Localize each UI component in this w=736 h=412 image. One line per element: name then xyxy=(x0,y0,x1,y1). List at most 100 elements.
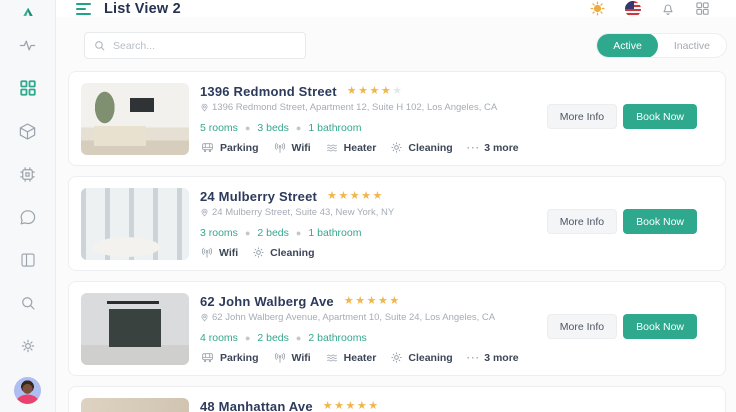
wifi-icon xyxy=(273,141,287,154)
stat-value: 1 bathroom xyxy=(308,227,362,239)
listing-cards: 1396 Redmond Street ★★★★★ 1396 Redmond S… xyxy=(68,71,726,412)
theme-sun-icon[interactable] xyxy=(589,0,606,17)
star-icon: ★ xyxy=(356,400,369,412)
cleaning-amenity: Cleaning xyxy=(390,141,453,154)
wifi-icon xyxy=(200,246,214,259)
listing-card: 62 John Walberg Ave ★★★★★ 62 John Walber… xyxy=(68,281,726,376)
user-avatar[interactable] xyxy=(14,377,41,404)
search-input-icon xyxy=(95,41,105,51)
property-photo xyxy=(81,83,189,155)
wifi-amenity: Wifi xyxy=(273,141,311,154)
sidebar-bottom xyxy=(14,242,41,404)
wifi-amenity: Wifi xyxy=(273,351,311,364)
content: Active Inactive 1396 Redmond Street ★★★★… xyxy=(56,17,736,412)
stat-value: 3 beds xyxy=(257,122,289,134)
search-icon[interactable] xyxy=(16,291,40,315)
separator-dot: ● xyxy=(295,123,302,133)
stat-value: 2 bathrooms xyxy=(308,332,367,344)
amenities-row: Parking Wifi Heater Cleaning ··· 3 more xyxy=(200,141,713,154)
parking-amenity: Parking xyxy=(200,351,259,364)
cleaning-amenity: Cleaning xyxy=(390,351,453,364)
filter-toggle: Active Inactive xyxy=(596,33,727,58)
star-icon: ★ xyxy=(334,400,346,412)
book-now-button[interactable]: Book Now xyxy=(623,104,697,129)
star-icon: ★ xyxy=(327,190,339,202)
card-actions: More Info Book Now xyxy=(546,104,697,129)
property-photo xyxy=(81,293,189,365)
cleaning-icon xyxy=(252,246,265,259)
more-info-button[interactable]: More Info xyxy=(546,104,618,129)
menu-icon[interactable] xyxy=(76,2,91,15)
triangle-logo[interactable] xyxy=(13,7,43,17)
search-input[interactable] xyxy=(113,39,297,52)
separator-dot: ● xyxy=(244,123,251,133)
star-icon: ★ xyxy=(361,190,373,202)
heater-amenity: Heater xyxy=(325,142,376,154)
wifi-icon xyxy=(273,351,287,364)
star-icon: ★ xyxy=(345,400,357,412)
star-icon: ★ xyxy=(369,85,381,97)
star-icon: ★ xyxy=(358,85,370,97)
stat-value: 2 beds xyxy=(257,332,289,344)
header-icons xyxy=(589,0,710,17)
listing-info: 48 Manhattan Ave ★★★★★ xyxy=(200,398,713,412)
more-amenities-link[interactable]: ··· 3 more xyxy=(467,142,519,154)
star-icon: ★ xyxy=(346,85,359,97)
star-icon: ★ xyxy=(372,190,384,202)
ellipsis-icon: ··· xyxy=(466,141,481,154)
star-icon: ★ xyxy=(368,400,380,412)
sidebar xyxy=(0,0,56,412)
sidebar-nav xyxy=(16,27,40,242)
separator-dot: ● xyxy=(244,333,251,343)
header: List View 2 xyxy=(56,0,736,17)
filter-inactive-button[interactable]: Inactive xyxy=(658,34,726,57)
layout-icon[interactable] xyxy=(16,248,40,272)
star-icon: ★ xyxy=(377,295,390,307)
book-now-button[interactable]: Book Now xyxy=(623,209,697,234)
star-icon: ★ xyxy=(380,85,393,97)
stat-value: 5 rooms xyxy=(200,122,238,134)
amenities-row: Parking Wifi Heater Cleaning ··· 3 more xyxy=(200,351,713,364)
listing-card: 48 Manhattan Ave ★★★★★ More Info Book No… xyxy=(68,386,726,412)
apps-icon[interactable] xyxy=(695,1,710,16)
location-pin-icon xyxy=(201,313,208,322)
stat-value: 4 rooms xyxy=(200,332,238,344)
bell-icon[interactable] xyxy=(660,1,676,17)
amenities-row: Wifi Cleaning xyxy=(200,246,713,259)
star-icon: ★ xyxy=(343,295,356,307)
card-actions: More Info Book Now xyxy=(546,209,697,234)
property-photo xyxy=(81,188,189,260)
location-pin-icon xyxy=(201,208,208,217)
listing-title: 1396 Redmond Street xyxy=(200,84,337,99)
separator-dot: ● xyxy=(244,228,251,238)
filter-active-button[interactable]: Active xyxy=(597,34,658,57)
us-flag-icon[interactable] xyxy=(625,0,641,17)
chat-icon[interactable] xyxy=(16,205,40,229)
apps-grid-icon[interactable] xyxy=(16,76,40,100)
star-icon: ★ xyxy=(392,85,404,97)
star-icon: ★ xyxy=(355,295,367,307)
address-text: 24 Mulberry Street, Suite 43, New York, … xyxy=(212,207,395,218)
address-text: 1396 Redmond Street, Apartment 12, Suite… xyxy=(212,102,498,113)
star-icon: ★ xyxy=(366,295,378,307)
more-info-button[interactable]: More Info xyxy=(546,314,618,339)
property-photo xyxy=(81,398,189,412)
activity-icon[interactable] xyxy=(16,33,40,57)
stat-value: 3 rooms xyxy=(200,227,238,239)
more-info-button[interactable]: More Info xyxy=(546,209,618,234)
parking-icon xyxy=(200,141,215,154)
book-now-button[interactable]: Book Now xyxy=(623,314,697,339)
rating-stars: ★★★★★ xyxy=(323,401,380,412)
cleaning-amenity: Cleaning xyxy=(252,246,315,259)
location-pin-icon xyxy=(201,103,208,112)
more-amenities-link[interactable]: ··· 3 more xyxy=(467,352,519,364)
app-window: List View 2 A xyxy=(0,0,736,412)
cleaning-icon xyxy=(390,141,403,154)
stat-value: 2 beds xyxy=(257,227,289,239)
chip-icon[interactable] xyxy=(16,162,40,186)
settings-icon[interactable] xyxy=(16,334,40,358)
listing-title: 48 Manhattan Ave xyxy=(200,399,313,412)
page-title: List View 2 xyxy=(104,0,181,17)
cube-icon[interactable] xyxy=(16,119,40,143)
stat-value: 1 bathroom xyxy=(308,122,362,134)
